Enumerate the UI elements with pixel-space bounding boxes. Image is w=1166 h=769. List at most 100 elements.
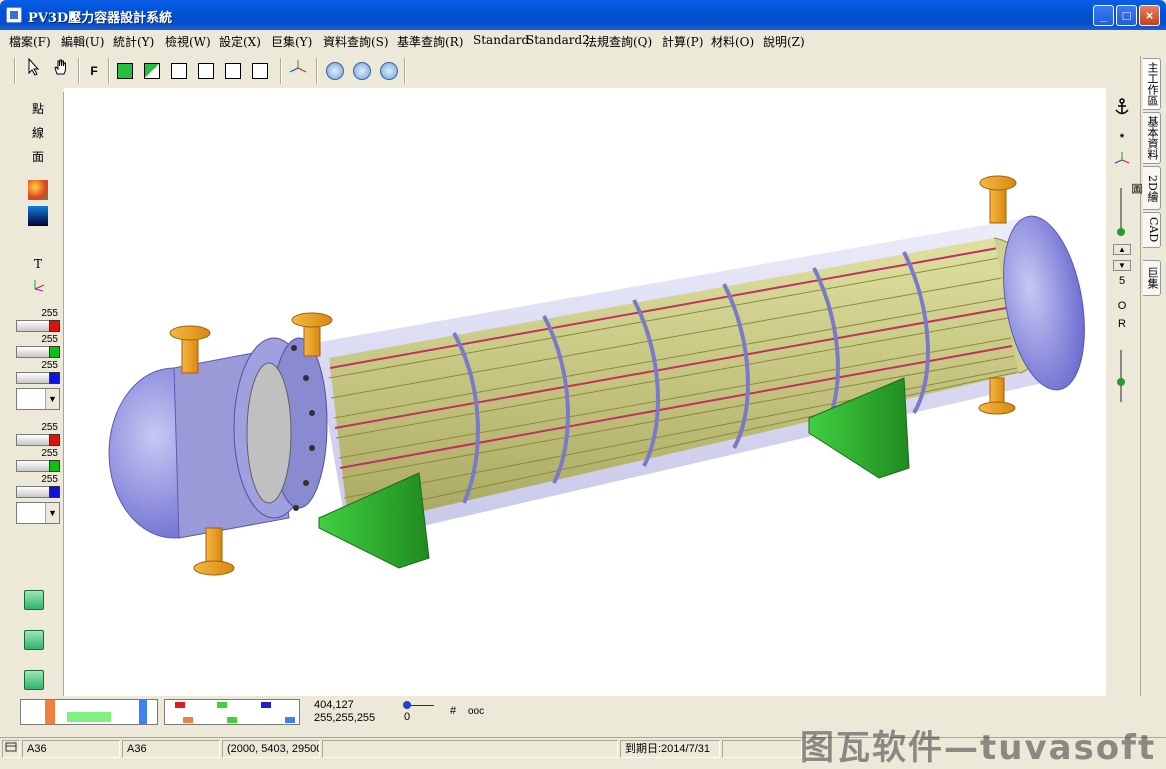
menu-base-query[interactable]: 基準查詢(R) [397,33,463,50]
menu-code-query[interactable]: 法規查詢(Q) [585,33,652,50]
text-t-button[interactable]: T [34,257,42,271]
maximize-button[interactable]: □ [1116,5,1137,26]
spin-value: 5 [1118,275,1126,287]
axis-small-icon[interactable] [32,278,46,292]
anchor-icon[interactable] [1106,98,1138,119]
pointer-icon[interactable] [22,57,46,84]
green-slider-1[interactable]: 255 [16,334,60,360]
cursor-coords: 404,127 [314,699,354,711]
green-slider-2[interactable]: 255 [16,448,60,474]
status-empty [322,740,618,758]
menu-view[interactable]: 檢視(W) [165,33,211,50]
r-button[interactable]: R [1106,318,1138,330]
tab-macro[interactable]: 巨集 [1143,260,1161,296]
zoom-value: 0 [404,711,411,723]
zoom-slider[interactable]: 0 [398,697,438,727]
axes-icon[interactable] [286,58,310,84]
menu-standard[interactable]: Standard [473,33,529,47]
menu-calc[interactable]: 計算(P) [662,33,703,50]
menu-material[interactable]: 材料(O) [711,33,754,50]
cube-right-icon[interactable] [171,63,187,79]
vertical-slider-2[interactable] [1106,350,1138,406]
app-window: PV3D壓力容器設計系統 _ □ × 檔案(F) 編輯(U) 統計(Y) 檢視(… [0,0,1166,768]
cursor-rgb: 255,255,255 [314,712,376,724]
title-bar[interactable]: PV3D壓力容器設計系統 _ □ × [0,0,1166,30]
app-icon[interactable] [6,7,22,23]
rotate-right-icon[interactable] [380,62,398,80]
window-title: PV3D壓力容器設計系統 [28,11,173,26]
color-select-2[interactable]: ▼ [16,502,60,524]
tab-main-workspace[interactable]: 主工作區 [1143,58,1161,110]
coords-panel: 404,127 255,255,255 [310,697,394,727]
mode-line-button[interactable]: 線 [32,124,44,141]
toolbar-grip [14,58,16,84]
color-grid[interactable] [164,697,300,727]
green-action-button-3[interactable] [24,670,44,690]
watermark-text: 图瓦软件—tuvasoft [800,728,1157,768]
o-button[interactable]: O [1106,300,1138,312]
stop-icon[interactable] [353,62,371,80]
status-icon [2,740,20,758]
right-panel: * ▲ ▼ 5 O R [1106,88,1138,696]
cube-solid-icon[interactable] [117,63,133,79]
menu-standard2[interactable]: Standard2 [526,33,590,47]
blue-slider-2[interactable]: 255 [16,474,60,500]
minimize-button[interactable]: _ [1093,5,1114,26]
menu-macro[interactable]: 巨集(Y) [271,33,312,50]
toolbar-separator [78,58,80,84]
f-button[interactable]: F [82,58,106,84]
vertical-tab-bar: 主工作區 基本資料 2D繪圖 CAD 巨集 [1130,56,1162,696]
blue-slider-1[interactable]: 255 [16,360,60,386]
toolbar-separator [108,58,110,84]
mode-point-button[interactable]: 點 [32,100,44,117]
mode-face-button[interactable]: 面 [32,148,44,165]
axes-small-icon[interactable] [1106,150,1138,169]
red-slider-2[interactable]: 255 [16,422,60,448]
heat-exchanger-model [108,175,1085,576]
cube-wire-icon[interactable] [225,63,241,79]
spin-down-button[interactable]: ▼ [1113,260,1131,271]
toolbar-separator [316,58,318,84]
red-slider-1[interactable]: 255 [16,308,60,334]
menu-settings[interactable]: 設定(X) [219,33,261,50]
rotate-left-icon[interactable] [326,62,344,80]
tab-2d-drawing[interactable]: 2D繪圖 [1130,166,1161,210]
3d-viewport[interactable] [64,88,1106,696]
green-action-button-2[interactable] [24,630,44,650]
cube-top-icon[interactable] [198,63,214,79]
status-expiry: 到期日:2014/7/31 [620,740,720,758]
palette-icon[interactable] [28,180,48,200]
tab-basic-data[interactable]: 基本資料 [1143,112,1161,164]
green-value-1: 255 [41,334,58,345]
menu-edit[interactable]: 編輯(U) [61,33,104,50]
blue-value-2: 255 [41,474,58,485]
menu-help[interactable]: 說明(Z) [763,33,805,50]
dropdown-arrow-icon[interactable]: ▼ [45,389,59,409]
hash-label: # [450,705,457,717]
menu-data-query[interactable]: 資料查詢(S) [323,33,389,50]
left-panel: 點 線 面 T 255 255 255 ▼ 255 255 255 ▼ [12,92,64,696]
menu-stats[interactable]: 統計(Y) [113,33,154,50]
spin-up-button[interactable]: ▲ [1113,244,1131,255]
green-action-button-1[interactable] [24,590,44,610]
blue-value-1: 255 [41,360,58,371]
layer-preview[interactable] [20,697,158,727]
menu-file[interactable]: 檔案(F) [9,33,51,50]
gradient-icon[interactable] [28,206,48,226]
cube-front-icon[interactable] [144,63,160,79]
red-value-1: 255 [41,308,58,319]
tab-cad[interactable]: CAD [1143,212,1161,248]
toolbar-separator [404,58,406,84]
menu-bar: 檔案(F) 編輯(U) 統計(Y) 檢視(W) 設定(X) 巨集(Y) 資料查詢… [0,30,1166,50]
close-button[interactable]: × [1139,5,1160,26]
status-dimensions: (2000, 5403, 29500 [222,740,320,758]
vertical-slider-1[interactable] [1106,188,1138,238]
hand-icon[interactable] [49,58,73,84]
toolbar-separator [280,58,282,84]
red-value-2: 255 [41,422,58,433]
star-button[interactable]: * [1106,132,1138,144]
color-select-1[interactable]: ▼ [16,388,60,410]
dropdown-arrow-icon[interactable]: ▼ [45,503,59,523]
status-empty-2 [722,740,802,758]
cube-iso-icon[interactable] [252,63,268,79]
